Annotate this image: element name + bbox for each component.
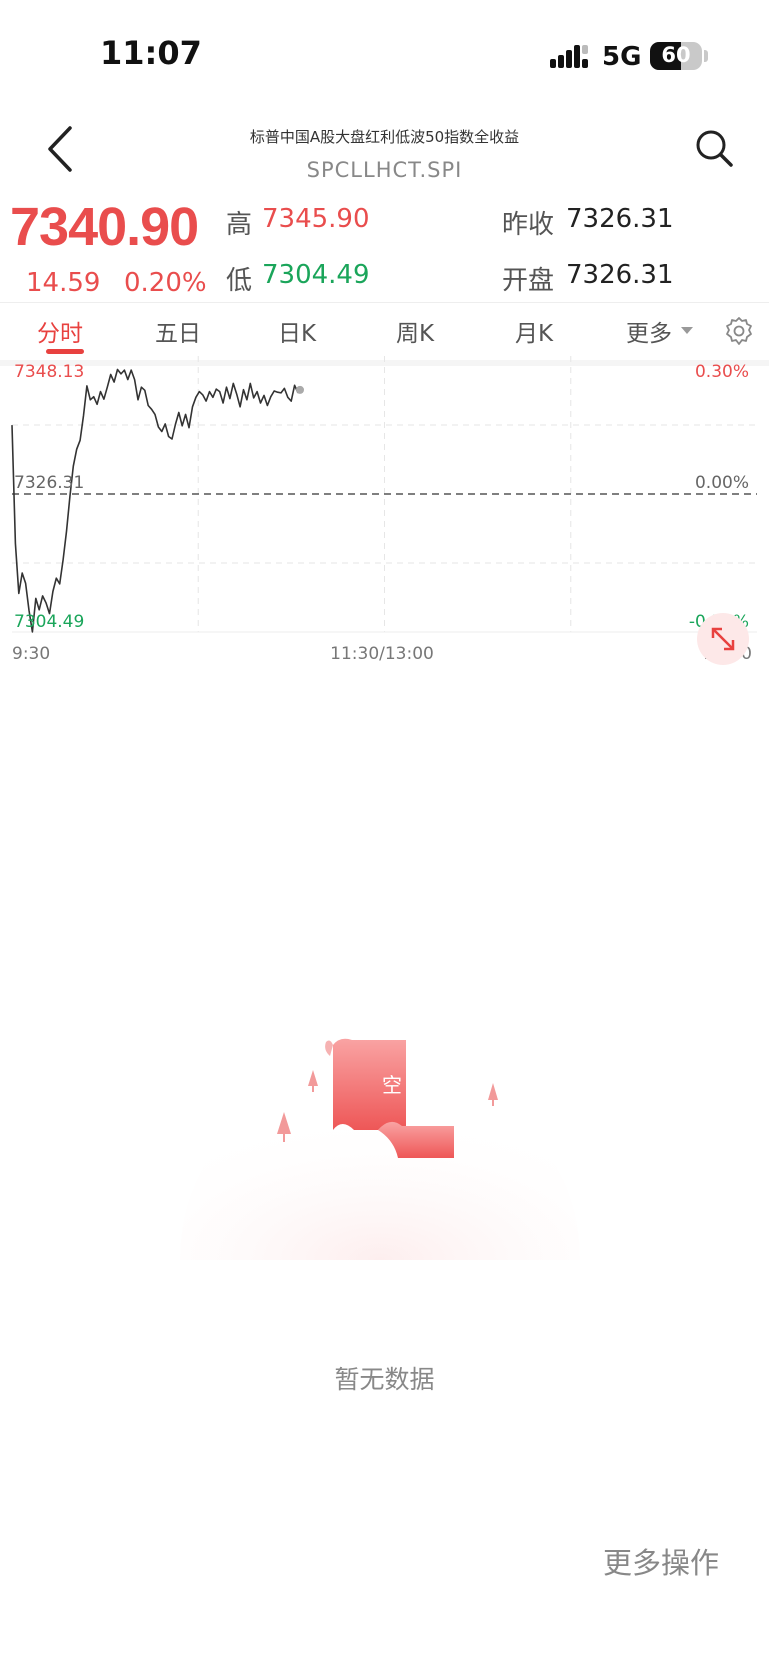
tab-weekly-k[interactable]: 周K [370,314,460,348]
battery-tip [704,50,708,62]
chevron-down-icon [681,327,693,334]
prev-close-label: 昨收 [502,210,555,240]
network-type: 5G [602,42,642,72]
y-ref-label: 7326.31 [14,473,84,493]
status-time: 11:07 [100,34,202,72]
low-label: 低 [226,266,253,296]
tab-monthly-k[interactable]: 月K [489,314,579,348]
more-operations-button[interactable]: 更多操作 [603,1540,719,1582]
y-max-label: 7348.13 [14,362,84,382]
high-value: 7345.90 [262,204,370,234]
intraday-chart[interactable]: 7348.137326.317304.490.30%0.00%-0.30%9:3… [0,356,769,676]
battery-level: 60 [661,43,691,67]
high-label: 高 [226,210,253,240]
tab-intraday[interactable]: 分时 [15,314,105,348]
pct-mid-label: 0.00% [695,473,749,493]
signal-icon [550,45,588,68]
tab-daily-k[interactable]: 日K [252,314,342,348]
low-value: 7304.49 [262,260,370,290]
gear-icon[interactable] [724,316,754,346]
empty-badge-text: 空 [382,1073,402,1097]
y-min-label: 7304.49 [14,612,84,632]
prev-close-value: 7326.31 [566,204,674,234]
tab-five-day[interactable]: 五日 [133,314,223,348]
search-icon[interactable] [694,128,734,168]
price-line [11,368,299,633]
quote-divider [0,302,769,303]
battery-icon: 60 [650,42,702,70]
last-price-dot [296,385,304,394]
empty-state-text: 暂无数据 [334,1365,435,1394]
index-code: SPCLLHCT.SPI [306,158,463,182]
price-change: 14.59 [26,268,101,298]
price-change-pct: 0.20% [124,268,207,298]
x-tick-mid: 11:30/13:00 [330,644,434,664]
open-value: 7326.31 [566,260,674,290]
open-label: 开盘 [502,266,555,296]
pct-max-label: 0.30% [695,362,749,382]
x-tick-start: 9:30 [12,644,50,664]
index-title: 标普中国A股大盘红利低波50指数全收益 [249,128,520,146]
expand-icon[interactable] [696,612,750,666]
active-tab-indicator [46,349,84,354]
empty-illustration: 空 [180,1038,580,1260]
current-price: 7340.90 [10,197,199,257]
